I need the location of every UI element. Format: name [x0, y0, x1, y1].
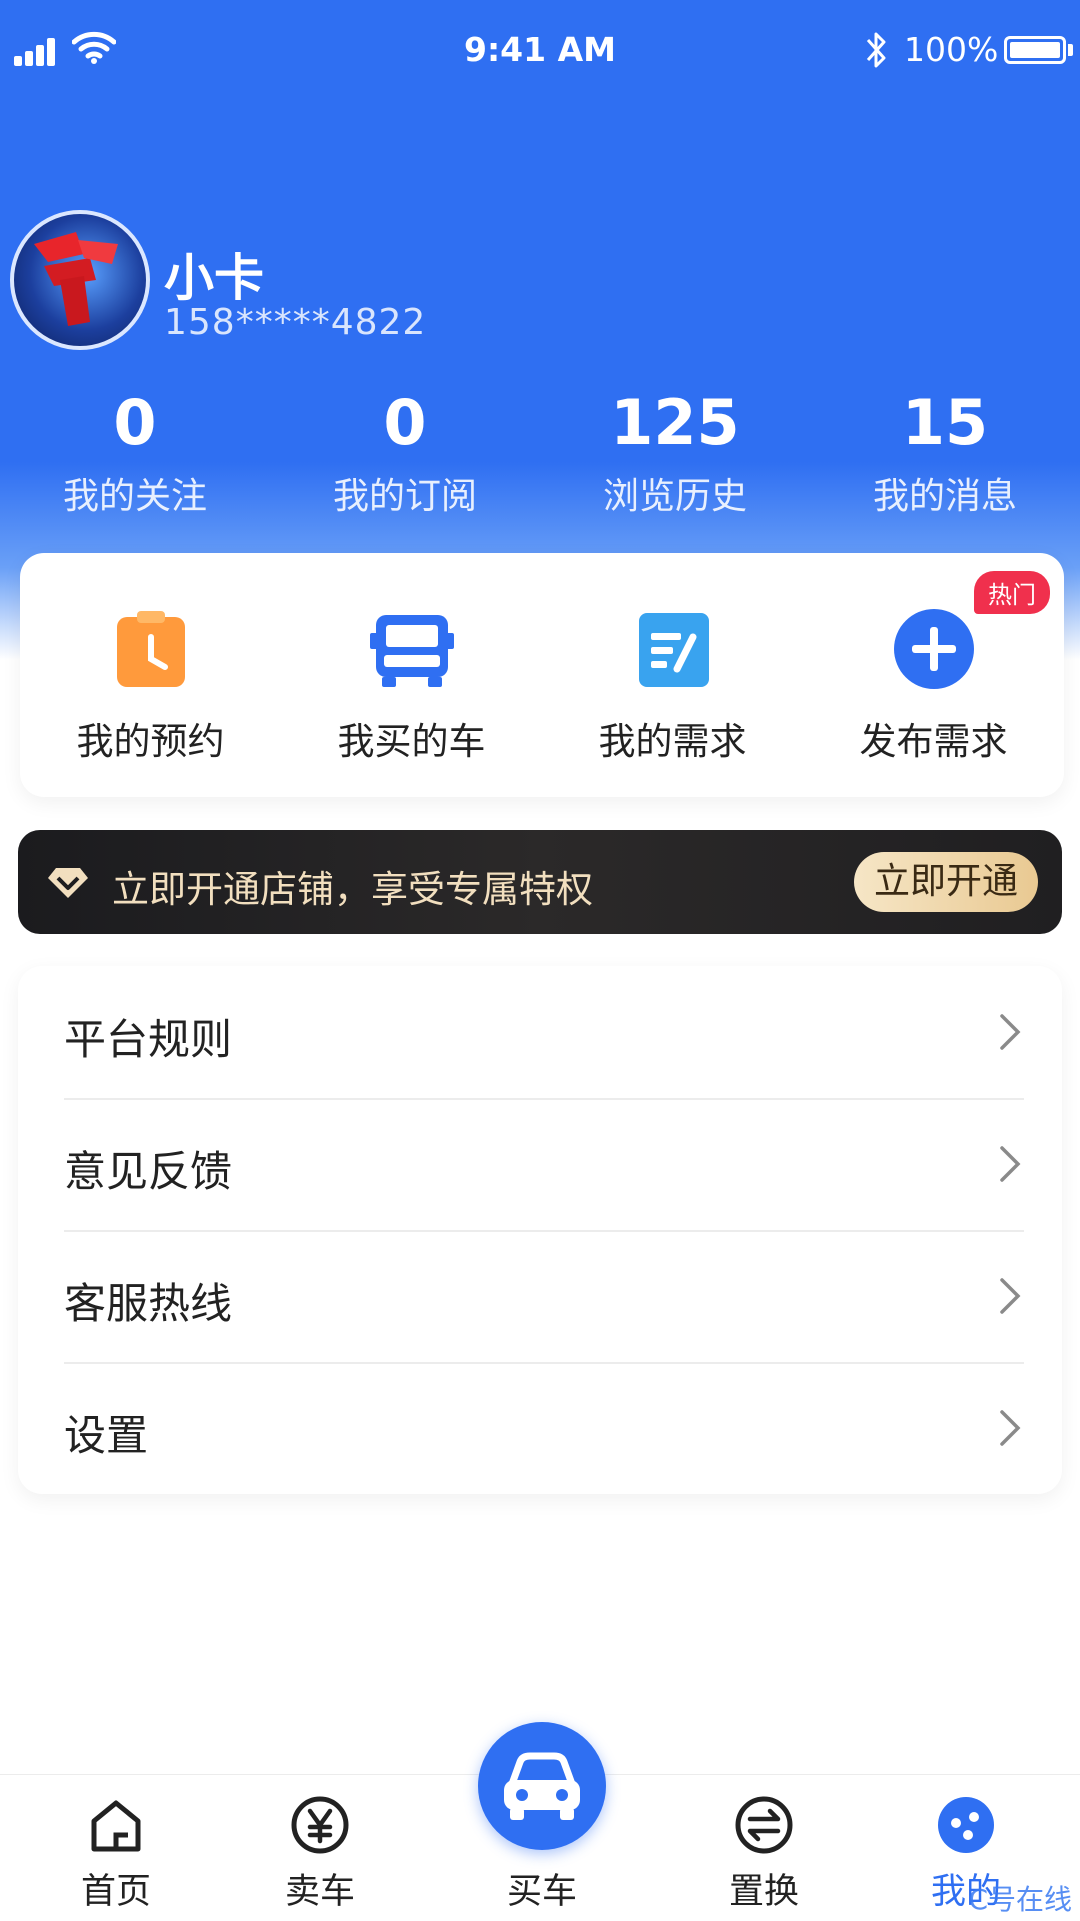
diamond-icon: [48, 868, 88, 898]
stat-history[interactable]: 125 浏览历史: [540, 385, 810, 525]
quick-action-label: 我的需求: [598, 720, 747, 763]
hot-badge: 热门: [974, 571, 1050, 614]
profile-icon: [938, 1797, 994, 1853]
chevron-right-icon: [1000, 1410, 1021, 1446]
username: 小卡: [164, 249, 264, 307]
stat-label: 我的消息: [872, 476, 1017, 517]
menu-item-hotline[interactable]: 客服热线: [64, 1230, 1024, 1364]
tab-label: 置换: [728, 1872, 799, 1912]
watermark: C号在线: [968, 1883, 1072, 1916]
quick-action-label: 发布需求: [859, 720, 1008, 763]
yen-icon: [291, 1796, 349, 1854]
battery-icon: [1004, 36, 1066, 64]
tab-home[interactable]: 首页: [16, 1775, 216, 1921]
stat-value: 125: [610, 386, 740, 459]
stat-following[interactable]: 0 我的关注: [0, 385, 270, 525]
menu-item-label: 意见反馈: [64, 1147, 233, 1196]
menu-item-platform-rules[interactable]: 平台规则: [64, 966, 1024, 1100]
quick-action-label: 我买的车: [337, 720, 486, 763]
quick-action-label: 我的预约: [76, 720, 225, 763]
swap-icon: [735, 1796, 793, 1854]
chevron-right-icon: [1000, 1146, 1021, 1182]
tab-sell-car[interactable]: 卖车: [220, 1775, 420, 1921]
quick-action-post-request[interactable]: 热门 发布需求: [803, 553, 1064, 797]
menu-item-label: 客服热线: [64, 1279, 233, 1328]
battery-percent: 100%: [904, 30, 999, 69]
banner-text: 立即开通店铺，享受专属特权: [112, 868, 593, 911]
buy-car-center-button[interactable]: [478, 1722, 606, 1850]
tab-label: 卖车: [284, 1872, 355, 1912]
quick-actions-card: 我的预约 我买的车 我的需求 热门 发布需求: [20, 553, 1064, 797]
menu-item-feedback[interactable]: 意见反馈: [64, 1098, 1024, 1232]
stat-value: 0: [383, 386, 427, 459]
quick-action-appointments[interactable]: 我的预约: [20, 553, 281, 797]
document-edit-icon: [638, 613, 709, 687]
stat-label: 我的关注: [62, 476, 207, 517]
plus-circle-icon: [893, 609, 974, 689]
chevron-right-icon: [1000, 1014, 1021, 1050]
settings-menu: 平台规则 意见反馈 客服热线 设置: [18, 966, 1062, 1494]
tab-label: 买车: [506, 1872, 577, 1912]
stat-messages[interactable]: 15 我的消息: [810, 385, 1080, 525]
avatar-logo-icon: [34, 232, 118, 326]
home-icon: [91, 1800, 141, 1852]
quick-action-my-cars[interactable]: 我买的车: [281, 553, 542, 797]
menu-item-label: 设置: [64, 1411, 149, 1460]
stats-row: 0 我的关注 0 我的订阅 125 浏览历史 15 我的消息: [0, 385, 1080, 525]
calendar-clock-icon: [116, 611, 185, 687]
stat-subscriptions[interactable]: 0 我的订阅: [270, 385, 540, 525]
avatar[interactable]: [10, 210, 150, 350]
phone-number: 158*****4822: [164, 302, 427, 343]
open-store-banner[interactable]: 立即开通店铺，享受专属特权 立即开通: [18, 830, 1062, 934]
menu-item-settings[interactable]: 设置: [64, 1362, 1024, 1494]
open-now-button[interactable]: 立即开通: [853, 852, 1038, 912]
stat-value: 0: [113, 386, 157, 459]
quick-action-my-requests[interactable]: 我的需求: [542, 553, 803, 797]
truck-icon: [369, 615, 454, 687]
stat-value: 15: [901, 386, 989, 459]
stat-label: 我的订阅: [332, 476, 477, 517]
menu-item-label: 平台规则: [64, 1015, 233, 1064]
stat-label: 浏览历史: [602, 476, 747, 517]
tab-trade-in[interactable]: 置换: [664, 1775, 864, 1921]
tab-label: 首页: [80, 1872, 151, 1912]
bluetooth-icon: [866, 32, 886, 68]
status-bar: 9:41 AM 100%: [0, 0, 1080, 100]
chevron-right-icon: [1000, 1278, 1021, 1314]
car-icon: [504, 1752, 580, 1820]
